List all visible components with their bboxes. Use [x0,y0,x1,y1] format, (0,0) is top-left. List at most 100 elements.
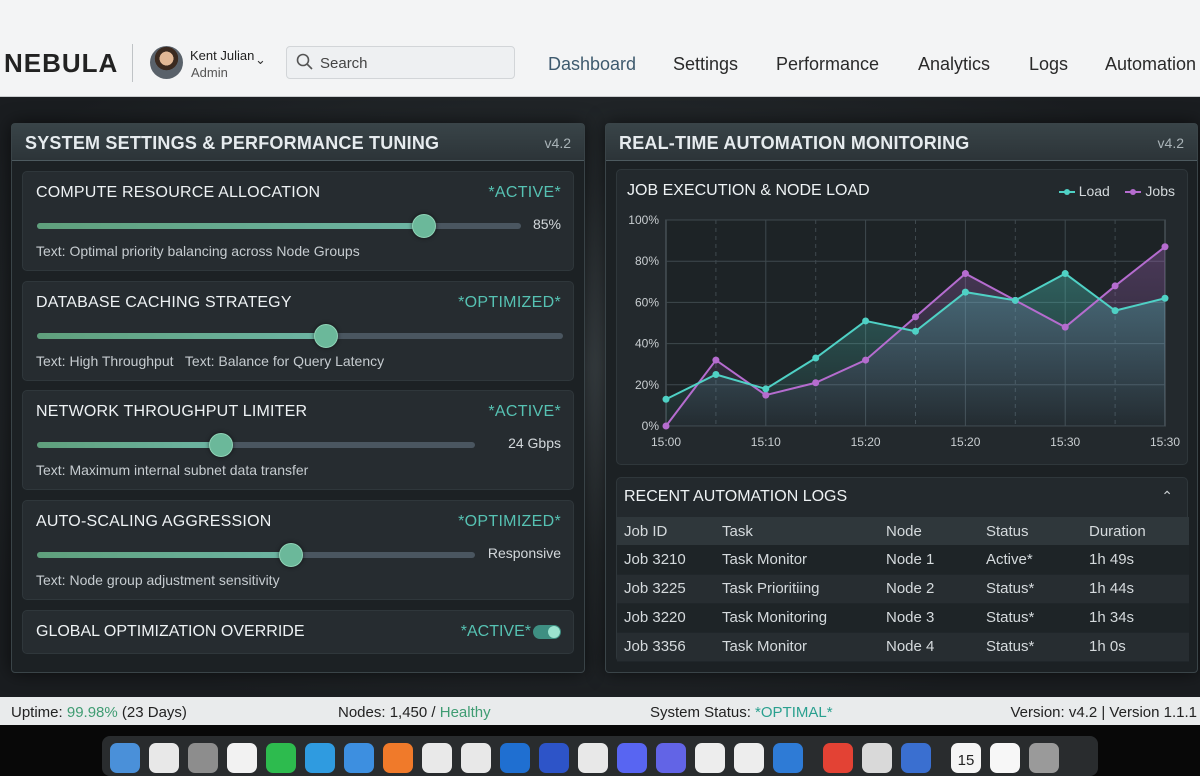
caching-slider[interactable] [37,324,563,348]
avatar[interactable] [150,46,183,79]
slider-value: Responsive [487,545,561,561]
setting-card-compute: COMPUTE RESOURCE ALLOCATION *ACTIVE* 85%… [22,171,574,271]
nav-analytics[interactable]: Analytics [918,54,990,75]
column-header[interactable]: Task [715,517,879,545]
setting-card-caching: DATABASE CACHING STRATEGY *OPTIMIZED* Te… [22,281,574,381]
dock-app-icon[interactable]: 15 [951,743,981,773]
dock-app-icon[interactable] [990,743,1020,773]
cell-status: Status* [979,603,1082,633]
nav-settings[interactable]: Settings [673,54,738,75]
brand-logo[interactable]: NEBULA [4,48,118,79]
dock-app-icon[interactable] [227,743,257,773]
system-status: System Status: *OPTIMAL* [650,704,833,721]
cell-node: Node 3 [879,603,979,633]
dock-app-icon[interactable] [500,743,530,773]
load-data-point [862,317,870,325]
table-row[interactable]: Job 3356 Task Monitor Node 4 Status* 1h 0s [617,632,1189,662]
x-tick-label: 15:30 [1150,435,1180,449]
dock-app-icon[interactable] [862,743,892,773]
table-row[interactable]: Job 3210 Task Monitor Node 1 Active* 1h 49s [617,545,1189,575]
dock-app-icon[interactable] [695,743,725,773]
setting-title: DATABASE CACHING STRATEGY [36,294,292,311]
jobs-data-point [762,391,770,399]
network-slider[interactable] [37,433,475,457]
dock-app-icon[interactable] [773,743,803,773]
system-label: System Status: [650,704,756,721]
column-header[interactable]: Status [979,517,1082,545]
dock-app-icon[interactable] [110,743,140,773]
setting-description: Text: Node group adjustment sensitivity [36,572,280,588]
dock-app-icon[interactable] [656,743,686,773]
dock-app-icon[interactable] [539,743,569,773]
override-toggle[interactable] [533,625,561,639]
slider-handle[interactable] [279,543,304,567]
version-info: Version: v4.2 | Version 1.1.1 [1010,704,1197,721]
dock-app-icon[interactable] [578,743,608,773]
dock-app-icon[interactable] [149,743,179,773]
nav-performance[interactable]: Performance [776,54,879,75]
system-value: *OPTIMAL* [755,704,833,721]
load-data-point [961,288,969,296]
slider-handle[interactable] [208,433,233,457]
autoscaling-slider[interactable] [37,543,475,567]
dock-app-icon[interactable] [617,743,647,773]
dock-app-icon[interactable] [344,743,374,773]
slider-handle[interactable] [314,324,339,348]
column-header[interactable]: Duration [1082,517,1189,545]
dock-app-icon[interactable] [188,743,218,773]
chevron-up-icon[interactable]: ⌃ [1161,488,1173,505]
dock-app-icon[interactable] [422,743,452,773]
slider-fill [37,552,292,558]
jobs-data-point [862,356,870,364]
slider-handle[interactable] [412,214,437,238]
cell-job-id: Job 3356 [617,632,715,662]
compute-slider[interactable] [37,214,521,238]
user-role: Admin [191,65,228,80]
jobs-data-point [662,422,670,430]
status-badge: *ACTIVE* [488,184,561,201]
dock-app-icon[interactable] [823,743,853,773]
load-data-point [1011,296,1019,304]
dock-app-icon[interactable] [266,743,296,773]
slider-value: 24 Gbps [508,435,561,451]
nav-logs[interactable]: Logs [1029,54,1068,75]
setting-description: Text: High Throughput Text: Balance for … [36,353,385,369]
dock-app-icon[interactable] [734,743,764,773]
slider-fill [37,442,221,448]
table-row[interactable]: Job 3220 Task Monitoring Node 3 Status* 1h 3… [617,603,1189,633]
x-tick-label: 15:10 [751,435,781,449]
search-placeholder: Search [320,55,368,72]
nav-automation[interactable]: Automation [1105,54,1196,75]
monitoring-panel-header: REAL-TIME AUTOMATION MONITORING v4.2 [606,124,1197,161]
y-tick-label: 0% [642,419,660,433]
search-input[interactable]: Search [286,46,515,79]
dock-app-icon[interactable] [901,743,931,773]
column-header[interactable]: Job ID [617,517,715,545]
settings-panel-header: SYSTEM SETTINGS & PERFORMANCE TUNING v4.… [12,124,584,161]
status-badge: *OPTIMIZED* [458,294,561,311]
search-icon [296,53,313,70]
nav-dashboard[interactable]: Dashboard [548,54,636,75]
dock-app-icon[interactable] [305,743,335,773]
dock-app-icon[interactable] [383,743,413,773]
chevron-down-icon[interactable]: ⌄ [255,52,266,68]
setting-description: Text: Optimal priority balancing across … [36,243,360,259]
dock-app-icon[interactable] [1029,743,1059,773]
status-bar: Uptime: 99.98% (23 Days) Nodes: 1,450 / … [0,697,1200,725]
user-name[interactable]: Kent Julian [190,48,254,63]
top-header: NEBULA Kent Julian Admin ⌄ Search Dashbo… [0,0,1200,97]
table-row[interactable]: Job 3225 Task Prioritiing Node 2 Status* 1h … [617,574,1189,604]
nodes-label: Nodes: 1,450 / [338,704,440,721]
uptime-label: Uptime: [11,704,67,721]
cell-node: Node 1 [879,545,979,575]
dock-app-icon[interactable] [461,743,491,773]
chart-legend: Load Jobs [1058,183,1175,199]
legend-load-label: Load [1078,183,1110,199]
y-tick-label: 80% [635,254,659,268]
column-header[interactable]: Node [879,517,979,545]
setting-card-autoscaling: AUTO-SCALING AGGRESSION *OPTIMIZED* Resp… [22,500,574,600]
slider-fill [37,223,425,229]
load-data-point [1061,270,1069,278]
toggle-knob [548,626,560,638]
legend-load-marker [1058,189,1075,196]
